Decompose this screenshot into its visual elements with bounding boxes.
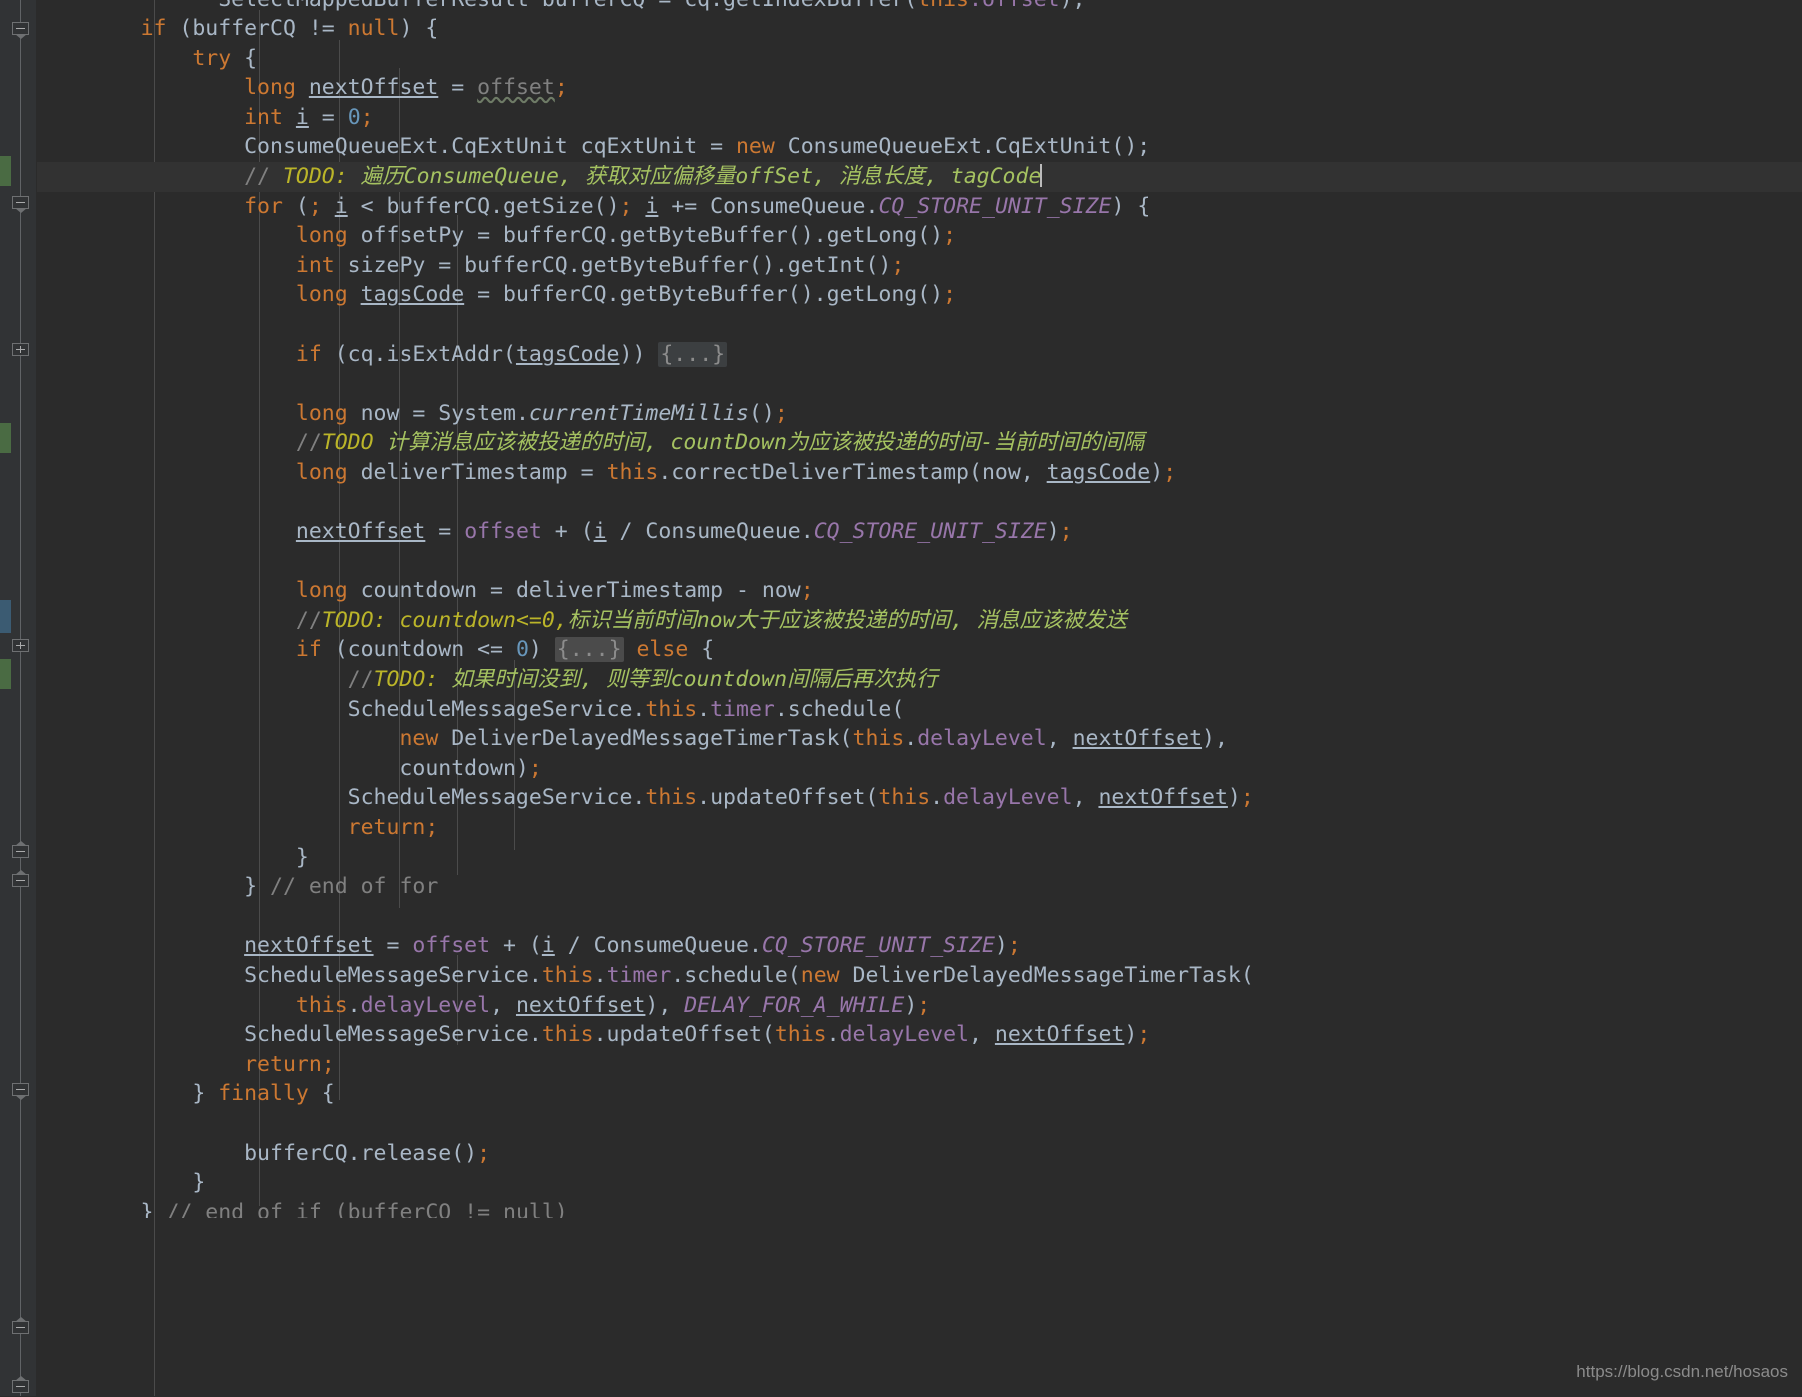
watermark: https://blog.csdn.net/hosaos xyxy=(1576,1362,1788,1382)
code-line[interactable]: } xyxy=(37,843,1802,873)
code-line[interactable]: if (bufferCQ != null) { xyxy=(37,14,1802,44)
code-line[interactable]: for (; i < bufferCQ.getSize(); i += Cons… xyxy=(37,192,1802,222)
fold-expand-icon[interactable] xyxy=(11,639,31,656)
code-line[interactable]: long offsetPy = bufferCQ.getByteBuffer()… xyxy=(37,221,1802,251)
code-line[interactable]: long deliverTimestamp = this.correctDeli… xyxy=(37,458,1802,488)
code-line[interactable]: } finally { xyxy=(37,1079,1802,1109)
fold-end-icon[interactable] xyxy=(11,196,31,213)
code-line[interactable]: long now = System.currentTimeMillis(); xyxy=(37,399,1802,429)
vcs-change-marker-added[interactable] xyxy=(0,156,11,186)
fold-collapse-icon[interactable] xyxy=(11,874,31,891)
fold-end-icon[interactable] xyxy=(11,22,31,39)
code-line-blank[interactable] xyxy=(37,547,1802,577)
text-caret xyxy=(1040,164,1042,187)
fold-collapse-icon[interactable] xyxy=(11,845,31,862)
code-editor[interactable]: SelectMappedBufferResult bufferCQ = cq.g… xyxy=(0,0,1802,1396)
code-line[interactable]: SelectMappedBufferResult bufferCQ = cq.g… xyxy=(37,0,1802,14)
code-line-blank[interactable] xyxy=(37,369,1802,399)
fold-expand-icon[interactable] xyxy=(11,343,31,360)
code-area[interactable]: SelectMappedBufferResult bufferCQ = cq.g… xyxy=(37,0,1802,1396)
code-line[interactable]: return; xyxy=(37,813,1802,843)
code-line[interactable]: countdown); xyxy=(37,754,1802,784)
code-line[interactable]: ConsumeQueueExt.CqExtUnit cqExtUnit = ne… xyxy=(37,132,1802,162)
code-line[interactable]: } // end of for xyxy=(37,872,1802,902)
vcs-change-marker-added[interactable] xyxy=(0,659,11,689)
code-line[interactable]: return; xyxy=(37,1050,1802,1080)
code-line-blank[interactable] xyxy=(37,902,1802,932)
code-line[interactable]: ScheduleMessageService.this.timer.schedu… xyxy=(37,961,1802,991)
folded-block-placeholder[interactable]: {...} xyxy=(658,342,727,367)
code-line[interactable]: long countdown = deliverTimestamp - now; xyxy=(37,576,1802,606)
code-line[interactable]: this.delayLevel, nextOffset), DELAY_FOR_… xyxy=(37,991,1802,1021)
vcs-change-marker-added[interactable] xyxy=(0,423,11,453)
code-line[interactable]: ScheduleMessageService.this.timer.schedu… xyxy=(37,695,1802,725)
code-line[interactable]: int sizePy = bufferCQ.getByteBuffer().ge… xyxy=(37,251,1802,281)
vcs-change-marker-modified[interactable] xyxy=(0,600,11,633)
code-line-blank[interactable] xyxy=(37,488,1802,518)
code-line[interactable]: ScheduleMessageService.this.updateOffset… xyxy=(37,783,1802,813)
code-line[interactable]: } // end of if (bufferCQ != null) xyxy=(37,1198,1802,1218)
code-line[interactable]: //TODO: 如果时间没到, 则等到countdown间隔后再次执行 xyxy=(37,665,1802,695)
code-line-current[interactable]: // TODO: 遍历ConsumeQueue, 获取对应偏移量offSet, … xyxy=(37,162,1802,192)
code-line[interactable]: int i = 0; xyxy=(37,103,1802,133)
code-line[interactable]: nextOffset = offset + (i / ConsumeQueue.… xyxy=(37,517,1802,547)
editor-gutter[interactable] xyxy=(0,0,36,1396)
code-line[interactable]: try { xyxy=(37,44,1802,74)
code-line-blank[interactable] xyxy=(37,310,1802,340)
code-line[interactable]: ScheduleMessageService.this.updateOffset… xyxy=(37,1020,1802,1050)
folded-block-placeholder-selected[interactable]: {...} xyxy=(555,637,624,662)
code-line-blank[interactable] xyxy=(37,1109,1802,1139)
code-line[interactable]: long tagsCode = bufferCQ.getByteBuffer()… xyxy=(37,280,1802,310)
code-line[interactable]: //TODO: countdown<=0,标识当前时间now大于应该被投递的时间… xyxy=(37,606,1802,636)
code-line[interactable]: //TODO 计算消息应该被投递的时间, countDown为应该被投递的时间-… xyxy=(37,428,1802,458)
code-line[interactable]: bufferCQ.release(); xyxy=(37,1139,1802,1169)
code-line[interactable]: long nextOffset = offset; xyxy=(37,73,1802,103)
code-line[interactable]: new DeliverDelayedMessageTimerTask(this.… xyxy=(37,724,1802,754)
code-line[interactable]: if (cq.isExtAddr(tagsCode)) {...} xyxy=(37,340,1802,370)
fold-collapse-icon[interactable] xyxy=(11,1321,31,1338)
fold-collapse-icon[interactable] xyxy=(11,1380,31,1397)
code-line[interactable]: nextOffset = offset + (i / ConsumeQueue.… xyxy=(37,931,1802,961)
code-line[interactable]: } xyxy=(37,1168,1802,1198)
code-line[interactable]: if (countdown <= 0) {...} else { xyxy=(37,635,1802,665)
fold-end-icon[interactable] xyxy=(11,1083,31,1100)
